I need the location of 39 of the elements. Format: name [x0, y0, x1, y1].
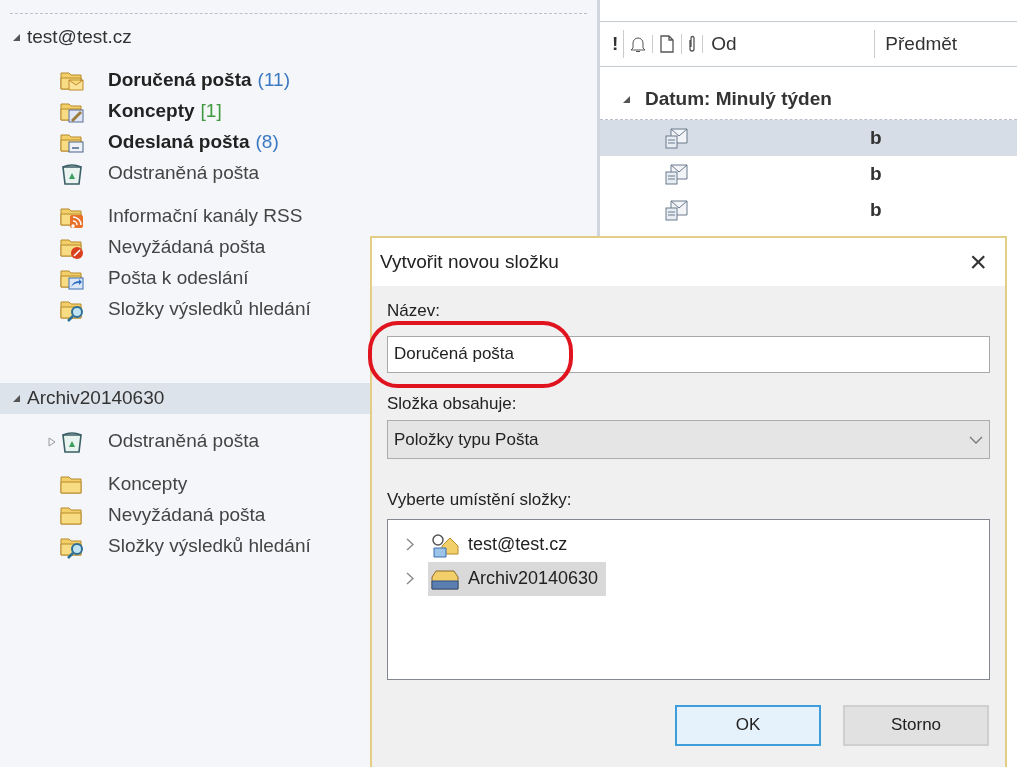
message-row[interactable]: b [600, 120, 1017, 156]
group-header[interactable]: Datum: Minulý týden [600, 67, 1017, 119]
from-column[interactable]: Od [703, 29, 876, 59]
expanded-arrow-icon[interactable] [12, 394, 21, 403]
folder-item[interactable]: Koncepty [1] [0, 96, 597, 127]
account-icon [430, 531, 460, 558]
paperclip-icon[interactable] [687, 35, 698, 53]
importance-column[interactable]: ! [612, 29, 625, 59]
cancel-button[interactable]: Storno [843, 704, 989, 746]
tree-item[interactable]: test@test.cz [428, 527, 576, 562]
folder-item[interactable]: Odstraněná pošta [0, 158, 597, 189]
folder-item[interactable]: Odeslaná pošta (8) [0, 127, 597, 158]
message-row[interactable]: b [600, 156, 1017, 192]
chevron-right-icon[interactable] [406, 572, 414, 585]
close-button[interactable]: × [965, 247, 991, 277]
dialog-title: Vytvořit novou složku [380, 249, 559, 274]
recycle-bin-icon [60, 161, 84, 186]
expanded-arrow-icon[interactable] [12, 33, 21, 42]
bell-icon[interactable] [629, 35, 648, 53]
message-row[interactable]: b [600, 192, 1017, 228]
mail-icon [665, 163, 689, 185]
mail-icon [665, 127, 689, 149]
subject-column[interactable]: Předmět [875, 29, 958, 59]
name-label: Název: [387, 300, 441, 322]
contains-dropdown[interactable]: Položky typu Pošta [387, 420, 990, 459]
name-field[interactable]: Doručená pošta [387, 335, 990, 373]
tree-item[interactable]: Archiv20140630 [428, 561, 607, 596]
folder-item[interactable]: Doručená pošta (11) [0, 65, 597, 96]
account-node[interactable]: test@test.cz [0, 22, 597, 53]
document-icon[interactable] [659, 34, 676, 54]
chevron-right-icon[interactable] [406, 538, 414, 551]
ok-button[interactable]: OK [675, 704, 821, 746]
contains-label: Složka obsahuje: [387, 392, 518, 415]
location-label: Vyberte umístění složky: [387, 489, 573, 511]
expanded-arrow-icon[interactable] [622, 94, 631, 104]
folder-item[interactable]: Informační kanály RSS [0, 201, 597, 232]
mail-icon [665, 199, 689, 221]
recycle-bin-icon [60, 429, 84, 454]
chevron-down-icon [969, 435, 983, 444]
